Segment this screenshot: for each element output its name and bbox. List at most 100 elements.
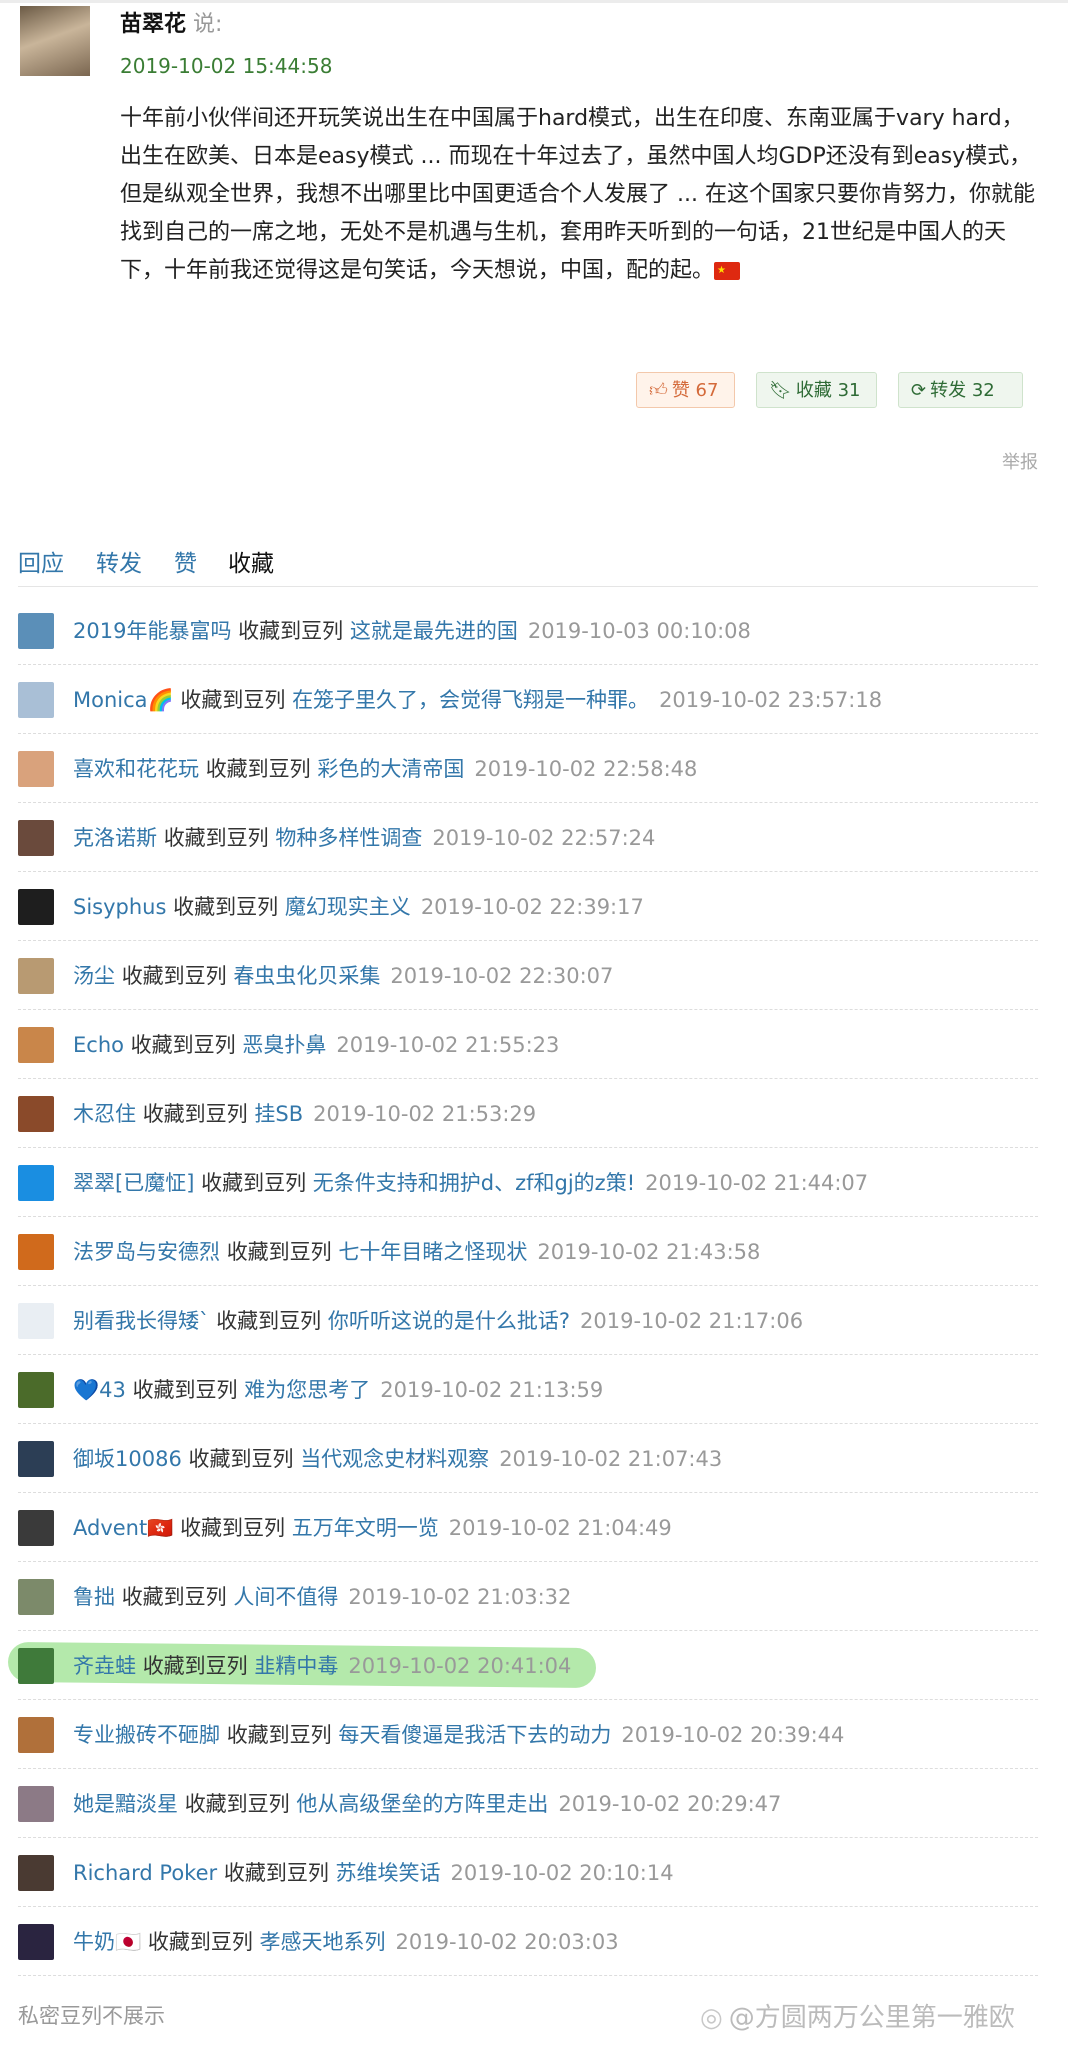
timestamp: 2019-10-02 20:03:03 [395,1930,619,1954]
user-link[interactable]: 💙43 [73,1378,126,1402]
user-link[interactable]: Echo [73,1033,124,1057]
timestamp: 2019-10-02 21:44:07 [645,1171,869,1195]
like-button[interactable]: 👍︎ 赞 67 [636,372,735,408]
doulist-link[interactable]: 七十年目睹之怪现状 [338,1240,527,1264]
collection-list: 2019年能暴富吗 收藏到豆列 这就是最先进的国 2019-10-03 00:10… [7,596,1038,1976]
doulist-link[interactable]: 苏维埃笑话 [336,1861,441,1885]
tab-forwards[interactable]: 转发 [96,544,142,578]
collect-verb: 收藏到豆列 [238,619,344,643]
timestamp: 2019-10-02 21:07:43 [499,1447,723,1471]
tab-likes[interactable]: 赞 [174,544,197,578]
list-item-text: 汤尘 收藏到豆列 春虫虫化贝采集 2019-10-02 22:30:07 [73,962,613,990]
doulist-link[interactable]: 人间不值得 [233,1585,338,1609]
avatar[interactable] [18,958,54,994]
timestamp: 2019-10-02 21:03:32 [348,1585,572,1609]
doulist-link[interactable]: 孝感天地系列 [260,1930,386,1954]
avatar[interactable] [18,1234,54,1270]
doulist-link[interactable]: 恶臭扑鼻 [242,1033,326,1057]
avatar[interactable] [18,889,54,925]
doulist-link[interactable]: 春虫虫化贝采集 [233,964,380,988]
avatar[interactable] [18,1855,54,1891]
doulist-link[interactable]: 这就是最先进的国 [350,619,518,643]
user-link[interactable]: 喜欢和花花玩 [73,757,199,781]
tabs-divider [18,586,1038,587]
collect-verb: 收藏到豆列 [142,1654,248,1678]
doulist-link[interactable]: 每天看傻逼是我活下去的动力 [338,1723,611,1747]
user-link[interactable]: 专业搬砖不砸脚 [73,1723,220,1747]
user-link[interactable]: Richard Poker [73,1861,217,1885]
avatar[interactable] [18,1165,54,1201]
avatar[interactable] [18,1786,54,1822]
weibo-icon: ◎ [700,2003,723,2033]
avatar[interactable] [18,1648,54,1684]
collect-verb: 收藏到豆列 [132,1378,238,1402]
avatar[interactable] [18,1372,54,1408]
like-label: 赞 67 [671,380,719,401]
avatar[interactable] [18,613,54,649]
doulist-link[interactable]: 五万年文明一览 [292,1516,439,1540]
avatar[interactable] [18,1924,54,1960]
post-author-avatar[interactable] [20,6,90,76]
watermark-text: @方圆两万公里第一雅欧 [728,2003,1015,2033]
forward-button[interactable]: ⟳ 转发 32 [898,372,1023,408]
user-link[interactable]: 鲁拙 [73,1585,115,1609]
user-link[interactable]: 别看我长得矮` [73,1309,210,1333]
doulist-link[interactable]: 魔幻现实主义 [285,895,411,919]
doulist-link[interactable]: 你听听这说的是什么批话? [328,1309,570,1333]
avatar[interactable] [18,1579,54,1615]
collect-verb: 收藏到豆列 [121,964,227,988]
post-author-name[interactable]: 苗翠花 [120,12,186,37]
user-link[interactable]: 木忍住 [73,1102,136,1126]
doulist-link[interactable]: 他从高级堡垒的方阵里走出 [296,1792,548,1816]
report-link[interactable]: 举报 [1002,448,1038,474]
timestamp: 2019-10-02 21:04:49 [448,1516,672,1540]
list-item: Echo 收藏到豆列 恶臭扑鼻 2019-10-02 21:55:23 [18,1010,1038,1079]
tab-collections[interactable]: 收藏 [228,544,274,578]
doulist-link[interactable]: 当代观念史材料观察 [300,1447,489,1471]
doulist-link[interactable]: 挂SB [254,1102,303,1126]
collect-verb: 收藏到豆列 [173,895,279,919]
user-link[interactable]: Monica🌈 [73,688,174,712]
timestamp: 2019-10-02 21:13:59 [380,1378,604,1402]
timestamp: 2019-10-03 00:10:08 [527,619,751,643]
avatar[interactable] [18,1027,54,1063]
avatar[interactable] [18,1717,54,1753]
user-link[interactable]: 翠翠[已魔怔] [73,1171,194,1195]
user-link[interactable]: 牛奶🇯🇵 [73,1930,141,1954]
list-item: Advent🇭🇰 收藏到豆列 五万年文明一览 2019-10-02 21:04:4… [18,1493,1038,1562]
user-link[interactable]: 御坂10086 [73,1447,182,1471]
list-item: 翠翠[已魔怔] 收藏到豆列 无条件支持和拥护d、zf和gj的z策! 2019-10… [18,1148,1038,1217]
doulist-link[interactable]: 难为您思考了 [244,1378,370,1402]
avatar[interactable] [18,1303,54,1339]
list-item-text: 法罗岛与安德烈 收藏到豆列 七十年目睹之怪现状 2019-10-02 21:43:… [73,1238,760,1266]
avatar[interactable] [18,1096,54,1132]
user-link[interactable]: Sisyphus [73,895,166,919]
list-item: 木忍住 收藏到豆列 挂SB 2019-10-02 21:53:29 [18,1079,1038,1148]
avatar[interactable] [18,1441,54,1477]
tab-replies[interactable]: 回应 [18,544,64,578]
list-item: 2019年能暴富吗 收藏到豆列 这就是最先进的国 2019-10-03 00:10… [18,596,1038,665]
user-link[interactable]: 2019年能暴富吗 [73,619,231,643]
list-item: 齐垚蛙 收藏到豆列 韭精中毒 2019-10-02 20:41:04 [7,1631,1038,1700]
avatar[interactable] [18,1510,54,1546]
doulist-link[interactable]: 物种多样性调查 [275,826,422,850]
timestamp: 2019-10-02 20:39:44 [621,1723,845,1747]
user-link[interactable]: 法罗岛与安德烈 [73,1240,220,1264]
user-link[interactable]: 齐垚蛙 [73,1654,136,1678]
avatar[interactable] [18,751,54,787]
list-item-text: Advent🇭🇰 收藏到豆列 五万年文明一览 2019-10-02 21:04:4… [73,1514,672,1542]
doulist-link[interactable]: 韭精中毒 [254,1654,338,1678]
doulist-link[interactable]: 彩色的大清帝国 [317,757,464,781]
avatar[interactable] [18,820,54,856]
post-body-text: 十年前小伙伴间还开玩笑说出生在中国属于hard模式，出生在印度、东南亚属于var… [120,106,1035,283]
user-link[interactable]: 汤尘 [73,964,115,988]
post-said-label: 说: [193,12,223,37]
collect-button[interactable]: 🔖︎ 收藏 31 [756,372,877,408]
user-link[interactable]: Advent🇭🇰 [73,1516,173,1540]
post-timestamp: 2019-10-02 15:44:58 [120,54,333,78]
user-link[interactable]: 她是黯淡星 [73,1792,178,1816]
doulist-link[interactable]: 无条件支持和拥护d、zf和gj的z策! [313,1171,635,1195]
user-link[interactable]: 克洛诺斯 [73,826,157,850]
doulist-link[interactable]: 在笼子里久了，会觉得飞翔是一种罪。 [292,688,649,712]
avatar[interactable] [18,682,54,718]
